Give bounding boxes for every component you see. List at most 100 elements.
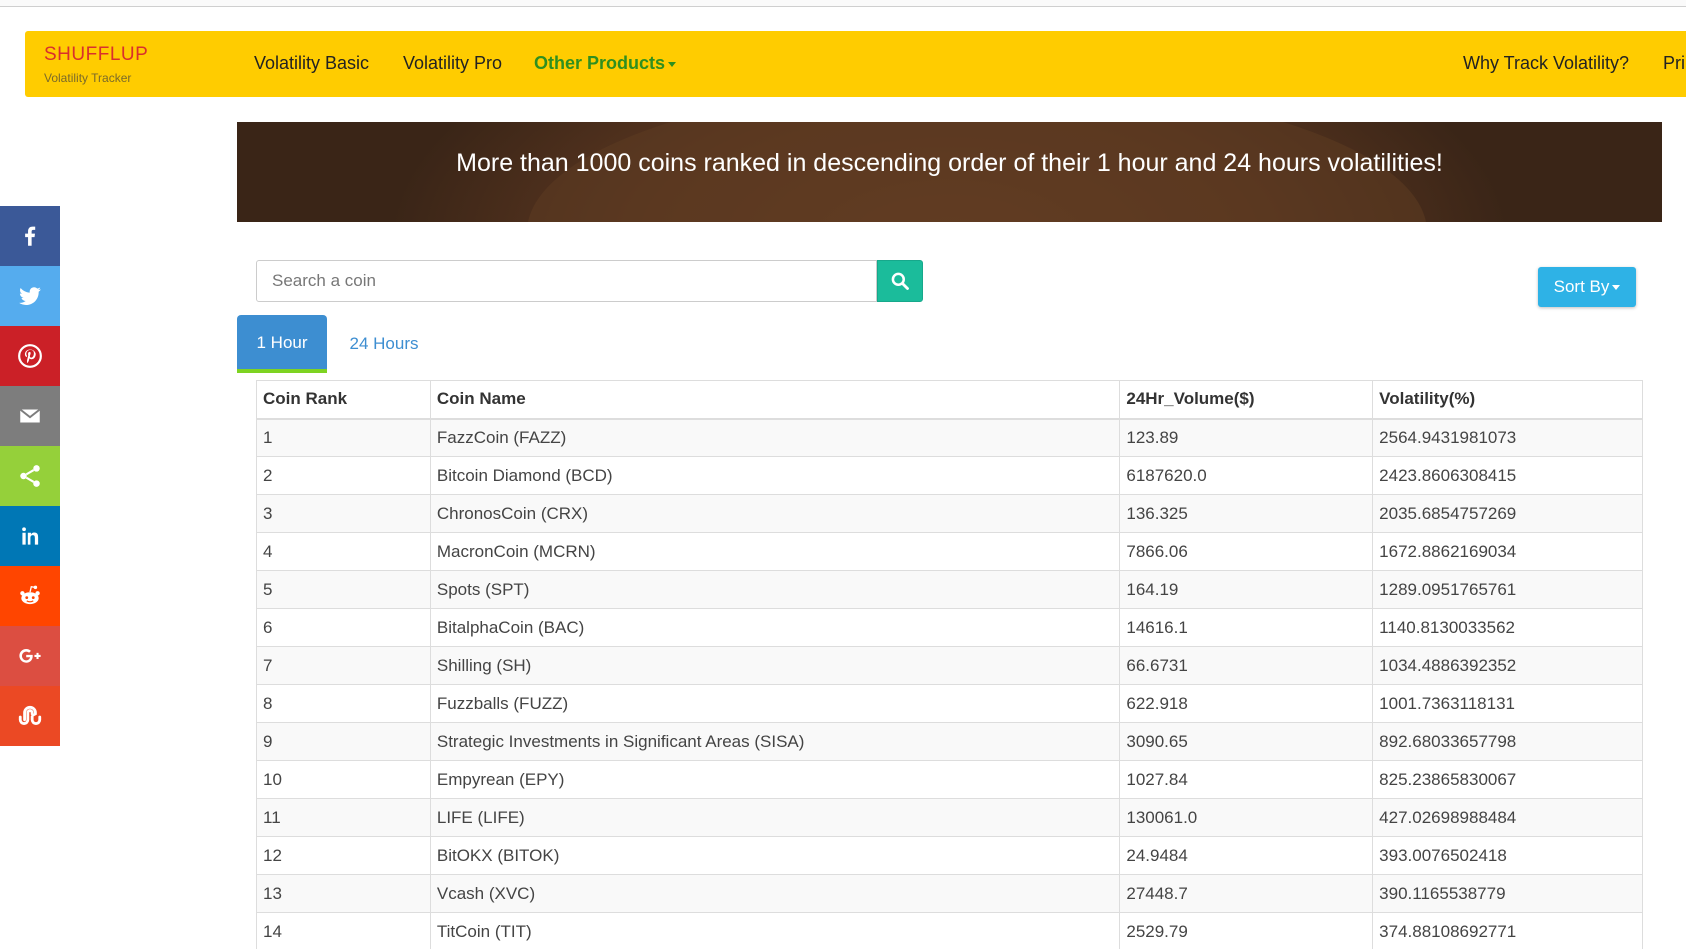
cell-volatility: 2035.6854757269 [1372,494,1643,533]
cell-rank: 14 [256,912,431,949]
linkedin-share-button[interactable] [0,506,60,566]
facebook-icon [25,226,36,246]
table-row[interactable]: 2 Bitcoin Diamond (BCD) 6187620.0 2423.8606… [256,456,1643,495]
cell-rank: 11 [256,798,431,837]
cell-rank: 2 [256,456,431,495]
table-row[interactable]: 9 Strategic Investments in Significant Ar… [256,722,1643,761]
nav-volatility-pro[interactable]: Volatility Pro [403,52,502,74]
column-header-coin-rank[interactable]: Coin Rank [256,380,431,420]
table-row[interactable]: 13 Vcash (XVC) 27448.7 390.1165538779 [256,874,1643,913]
nav-other-products-label: Other Products [534,53,666,73]
email-share-button[interactable] [0,386,60,446]
sort-by-button[interactable]: Sort By [1538,267,1636,307]
volatility-table: Coin Rank Coin Name 24Hr_Volume($) Volat… [256,380,1643,949]
social-share-bar [0,206,60,746]
email-icon [19,408,41,423]
reddit-icon [20,585,40,605]
stumbleupon-share-button[interactable] [0,686,60,746]
cell-volume: 130061.0 [1119,798,1374,837]
nav-why-track-volatility[interactable]: Why Track Volatility? [1463,52,1629,74]
cell-rank: 6 [256,608,431,647]
cell-volatility: 892.68033657798 [1372,722,1643,761]
cell-rank: 8 [256,684,431,723]
nav-other-products[interactable]: Other Products [534,52,677,74]
cell-volatility: 1034.4886392352 [1372,646,1643,685]
reddit-share-button[interactable] [0,566,60,626]
column-header-coin-name[interactable]: Coin Name [429,380,1121,420]
cell-volume: 123.89 [1119,418,1374,457]
cell-rank: 4 [256,532,431,571]
cell-coin-name: BitOKX (BITOK) [429,836,1121,875]
cell-rank: 3 [256,494,431,533]
share-button[interactable] [0,446,60,506]
nav-pricing[interactable]: Pri [1663,52,1685,74]
table-row[interactable]: 3 ChronosCoin (CRX) 136.325 2035.6854757269 [256,494,1643,533]
cell-volume: 14616.1 [1119,608,1374,647]
cell-volatility: 1672.8862169034 [1372,532,1643,571]
cell-coin-name: Vcash (XVC) [429,874,1121,913]
hero-banner: More than 1000 coins ranked in descendin… [237,122,1662,222]
table-row[interactable]: 10 Empyrean (EPY) 1027.84 825.23865830067 [256,760,1643,799]
facebook-share-button[interactable] [0,206,60,266]
stumbleupon-icon [18,706,42,725]
cell-coin-name: Bitcoin Diamond (BCD) [429,456,1121,495]
pinterest-share-button[interactable] [0,326,60,386]
tab-1-hour[interactable]: 1 Hour [237,315,327,373]
cell-volume: 136.325 [1119,494,1374,533]
cell-rank: 1 [256,418,431,457]
cell-volume: 27448.7 [1119,874,1374,913]
chevron-down-icon [668,61,677,67]
hero-text: More than 1000 coins ranked in descendin… [456,149,1443,177]
pinterest-icon [18,344,42,368]
cell-coin-name: Shilling (SH) [429,646,1121,685]
cell-volume: 7866.06 [1119,532,1374,571]
cell-coin-name: FazzCoin (FAZZ) [429,418,1121,457]
table-row[interactable]: 1 FazzCoin (FAZZ) 123.89 2564.9431981073 [256,418,1643,457]
cell-volume: 66.6731 [1119,646,1374,685]
table-row[interactable]: 8 Fuzzballs (FUZZ) 622.918 1001.7363118131 [256,684,1643,723]
brand-logo[interactable]: SHUFFLUP [44,45,148,65]
cell-rank: 12 [256,836,431,875]
table-row[interactable]: 4 MacronCoin (MCRN) 7866.06 1672.8862169034 [256,532,1643,571]
cell-volume: 3090.65 [1119,722,1374,761]
cell-coin-name: Fuzzballs (FUZZ) [429,684,1121,723]
cell-volatility: 390.1165538779 [1372,874,1643,913]
table-row[interactable]: 14 TitCoin (TIT) 2529.79 374.88108692771 [256,912,1643,949]
twitter-share-button[interactable] [0,266,60,326]
table-row[interactable]: 5 Spots (SPT) 164.19 1289.0951765761 [256,570,1643,609]
cell-rank: 13 [256,874,431,913]
table-row[interactable]: 11 LIFE (LIFE) 130061.0 427.02698988484 [256,798,1643,837]
column-header-volume[interactable]: 24Hr_Volume($) [1119,380,1374,420]
tab-24-hours[interactable]: 24 Hours [338,315,430,373]
linkedin-icon [22,527,39,545]
google-plus-share-button[interactable] [0,626,60,686]
table-row[interactable]: 7 Shilling (SH) 66.6731 1034.4886392352 [256,646,1643,685]
table-row[interactable]: 6 BitalphaCoin (BAC) 14616.1 1140.813003356… [256,608,1643,647]
table-row[interactable]: 12 BitOKX (BITOK) 24.9484 393.0076502418 [256,836,1643,875]
cell-coin-name: Spots (SPT) [429,570,1121,609]
cell-volatility: 2423.8606308415 [1372,456,1643,495]
cell-volatility: 825.23865830067 [1372,760,1643,799]
cell-volatility: 427.02698988484 [1372,798,1643,837]
cell-coin-name: MacronCoin (MCRN) [429,532,1121,571]
cell-volatility: 1001.7363118131 [1372,684,1643,723]
nav-volatility-basic[interactable]: Volatility Basic [254,52,369,74]
chevron-down-icon [1612,284,1621,290]
cell-rank: 7 [256,646,431,685]
google-plus-icon [19,648,41,663]
share-icon [20,465,40,487]
cell-volume: 2529.79 [1119,912,1374,949]
cell-volatility: 2564.9431981073 [1372,418,1643,457]
twitter-icon [19,287,41,305]
cell-volatility: 374.88108692771 [1372,912,1643,949]
search-button[interactable] [877,260,923,302]
cell-volatility: 1140.8130033562 [1372,608,1643,647]
cell-coin-name: ChronosCoin (CRX) [429,494,1121,533]
column-header-volatility[interactable]: Volatility(%) [1372,380,1643,420]
cell-rank: 5 [256,570,431,609]
search-input[interactable] [256,260,877,302]
cell-coin-name: Strategic Investments in Significant Are… [429,722,1121,761]
brand[interactable]: SHUFFLUP Volatility Tracker [44,45,148,86]
browser-top-edge [0,0,1686,7]
cell-coin-name: Empyrean (EPY) [429,760,1121,799]
